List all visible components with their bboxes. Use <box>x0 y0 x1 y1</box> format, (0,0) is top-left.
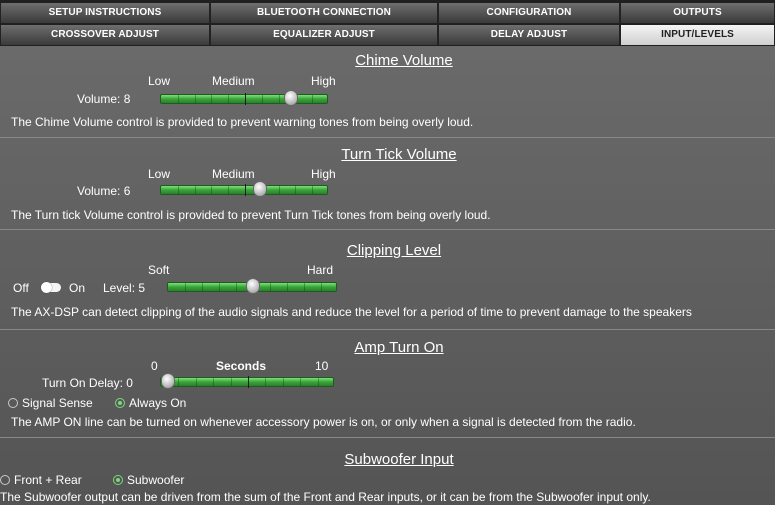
slider-segment <box>279 186 280 194</box>
slider-segment <box>283 378 284 386</box>
amp-turn-on-delay-slider[interactable] <box>160 373 334 389</box>
slider-segment <box>231 378 232 386</box>
subwoofer-input-description: The Subwoofer output can be driven from … <box>0 490 651 504</box>
slider-segment <box>228 95 229 103</box>
turn-tick-volume-value: Volume: 6 <box>77 184 131 198</box>
clipping-soft-label: Soft <box>148 263 170 277</box>
slider-segment <box>211 186 212 194</box>
clipping-level-section: Clipping Level Soft Hard Off On Level: 5… <box>0 230 775 330</box>
chime-volume-value: Volume: 8 <box>77 92 131 106</box>
slider-segment <box>279 95 280 103</box>
always-on-label: Always On <box>129 396 187 410</box>
tab-bluetooth-connection[interactable]: BLUETOOTH CONNECTION <box>210 3 438 23</box>
clipping-level-title: Clipping Level <box>346 242 442 259</box>
amp-turn-on-description: The AMP ON line can be turned on wheneve… <box>11 415 636 429</box>
signal-sense-label: Signal Sense <box>22 396 93 410</box>
slider-segment <box>195 95 196 103</box>
clipping-level-description: The AX-DSP can detect clipping of the au… <box>11 305 692 319</box>
slider-segment <box>287 283 288 291</box>
amp-turn-on-delay-value: Turn On Delay: 0 <box>42 376 133 390</box>
subwoofer-input-section: Subwoofer Input Front + Rear Subwoofer T… <box>0 438 775 505</box>
signal-sense-radio[interactable] <box>8 398 18 408</box>
slider-segment <box>196 378 197 386</box>
slider-segment <box>318 378 319 386</box>
slider-segment <box>228 186 229 194</box>
clipping-level-slider[interactable] <box>167 278 337 294</box>
clipping-hard-label: Hard <box>307 263 334 277</box>
amp-seconds-label: Seconds <box>216 359 267 373</box>
slider-segment <box>236 283 237 291</box>
front-rear-radio[interactable] <box>0 475 10 485</box>
chime-volume-title: Chime Volume <box>355 52 453 69</box>
chime-volume-slider[interactable] <box>160 90 328 106</box>
subwoofer-radio[interactable] <box>113 475 123 485</box>
front-rear-label: Front + Rear <box>14 473 82 487</box>
clipping-off-label: Off <box>13 281 29 295</box>
slider-knob[interactable] <box>246 278 260 294</box>
input-levels-panel: Chime Volume Low Medium High Volume: 8 T… <box>0 46 775 505</box>
slider-segment <box>178 186 179 194</box>
slider-center-tick <box>245 184 246 196</box>
slider-segment <box>211 95 212 103</box>
slider-knob[interactable] <box>161 373 175 389</box>
chime-high-label: High <box>311 74 336 88</box>
tab-input-levels[interactable]: INPUT/LEVELS <box>620 25 775 45</box>
slider-center-tick <box>245 93 246 105</box>
turn-tick-volume-slider[interactable] <box>160 181 328 197</box>
chime-volume-description: The Chime Volume control is provided to … <box>11 115 474 129</box>
chime-medium-label: Medium <box>212 74 255 88</box>
tab-crossover-adjust[interactable]: CROSSOVER ADJUST <box>0 25 210 45</box>
clipping-toggle-switch[interactable] <box>41 282 61 293</box>
slider-segment <box>304 283 305 291</box>
turn-tick-low-label: Low <box>148 167 171 181</box>
tab-equalizer-adjust[interactable]: EQUALIZER ADJUST <box>210 25 438 45</box>
subwoofer-label: Subwoofer <box>127 473 185 487</box>
tab-delay-adjust[interactable]: DELAY ADJUST <box>438 25 620 45</box>
slider-segment <box>265 378 266 386</box>
slider-segment <box>178 378 179 386</box>
slider-segment <box>270 283 271 291</box>
slider-segment <box>300 378 301 386</box>
slider-center-tick <box>248 376 249 388</box>
amp-turn-on-title: Amp Turn On <box>354 339 444 356</box>
turn-tick-high-label: High <box>311 167 336 181</box>
slider-segment <box>312 95 313 103</box>
slider-segment <box>262 95 263 103</box>
clipping-on-label: On <box>69 281 86 295</box>
slider-segment <box>312 186 313 194</box>
tab-configuration[interactable]: CONFIGURATION <box>438 3 620 23</box>
slider-segment <box>321 283 322 291</box>
chime-volume-section: Chime Volume Low Medium High Volume: 8 T… <box>0 46 775 138</box>
slider-segment <box>195 186 196 194</box>
turn-tick-volume-section: Turn Tick Volume Low Medium High Volume:… <box>0 138 775 230</box>
slider-knob[interactable] <box>253 181 267 197</box>
amp-max-label: 10 <box>315 359 329 373</box>
amp-min-label: 0 <box>151 359 158 373</box>
slider-segment <box>185 283 186 291</box>
slider-segment <box>213 378 214 386</box>
always-on-radio[interactable] <box>115 398 125 408</box>
tab-bar: SETUP INSTRUCTIONS BLUETOOTH CONNECTION … <box>0 0 775 46</box>
subwoofer-input-title: Subwoofer Input <box>344 451 454 468</box>
amp-turn-on-section: Amp Turn On 0 Seconds 10 Turn On Delay: … <box>0 330 775 438</box>
tab-outputs[interactable]: OUTPUTS <box>620 3 775 23</box>
slider-segment <box>178 95 179 103</box>
turn-tick-volume-description: The Turn tick Volume control is provided… <box>11 208 491 222</box>
turn-tick-volume-title: Turn Tick Volume <box>341 146 457 163</box>
chime-low-label: Low <box>148 74 171 88</box>
slider-knob[interactable] <box>284 90 298 106</box>
slider-segment <box>295 186 296 194</box>
clipping-level-value: Level: 5 <box>103 281 146 295</box>
tab-setup-instructions[interactable]: SETUP INSTRUCTIONS <box>0 3 210 23</box>
slider-segment <box>202 283 203 291</box>
turn-tick-medium-label: Medium <box>212 167 255 181</box>
slider-segment <box>219 283 220 291</box>
